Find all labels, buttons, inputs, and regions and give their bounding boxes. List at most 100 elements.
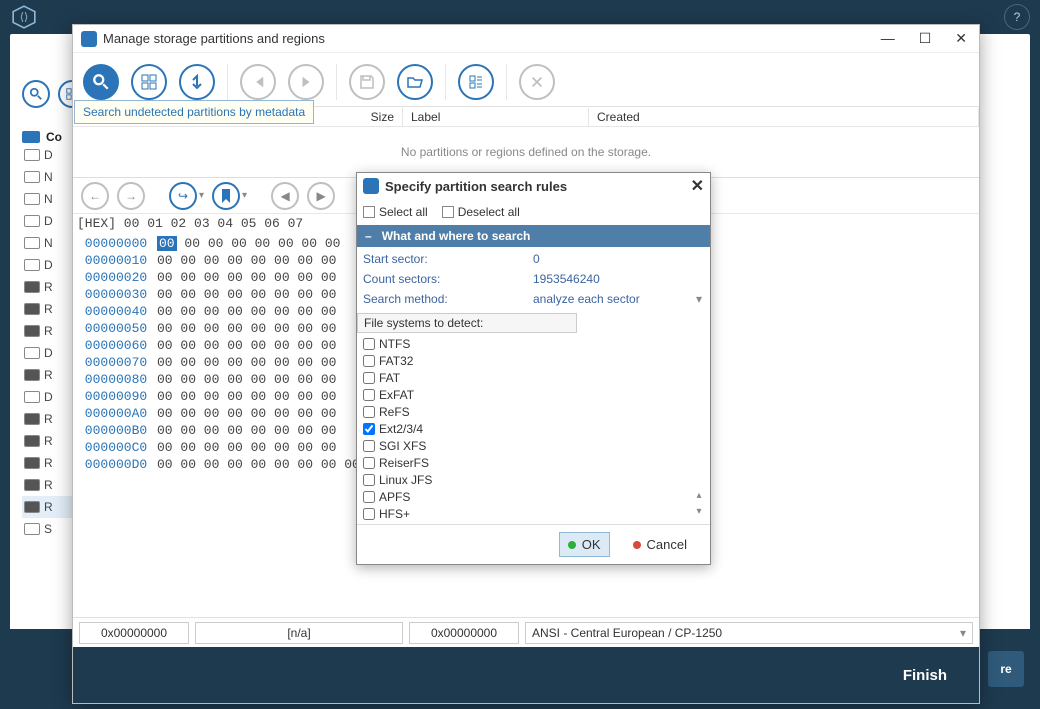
dialog-scrollbar[interactable]: ▴ ▾ xyxy=(692,293,706,520)
start-sector-value[interactable]: 0 xyxy=(529,252,710,266)
close-button[interactable]: ✕ xyxy=(951,28,971,49)
status-offset1[interactable]: 0x00000000 xyxy=(79,622,189,644)
fs-checkbox-item[interactable]: FAT32 xyxy=(363,352,704,369)
sidebar-item[interactable]: N xyxy=(22,166,77,188)
search-rules-dialog: Specify partition search rules ✕ Select … xyxy=(356,172,711,565)
ok-dot-icon xyxy=(568,541,576,549)
sidebar-item[interactable]: D xyxy=(22,254,77,276)
fs-label: ReiserFS xyxy=(379,456,429,470)
fs-checkbox[interactable] xyxy=(363,474,375,486)
outer-help-icon[interactable]: ? xyxy=(1004,4,1030,30)
fs-checkbox[interactable] xyxy=(363,508,375,520)
grid-button[interactable] xyxy=(131,64,167,100)
titlebar: Manage storage partitions and regions — … xyxy=(73,25,979,53)
dialog-title: Specify partition search rules xyxy=(385,179,567,194)
sidebar-item[interactable]: R xyxy=(22,452,77,474)
fs-checkbox-item[interactable]: ExFAT xyxy=(363,386,704,403)
fs-checkbox-item[interactable]: NTFS xyxy=(363,335,704,352)
sidebar-item[interactable]: D xyxy=(22,144,77,166)
next-button[interactable]: ▶ xyxy=(307,182,335,210)
search-metadata-button[interactable] xyxy=(83,64,119,100)
count-sectors-value[interactable]: 1953546240 xyxy=(529,272,710,286)
select-all-button[interactable]: Select all xyxy=(363,205,428,219)
fs-checkbox-item[interactable]: Ext2/3/4 xyxy=(363,420,704,437)
nav-back-button[interactable]: ← xyxy=(81,182,109,210)
sidebar-item[interactable]: R xyxy=(22,364,77,386)
dialog-close-button[interactable] xyxy=(519,64,555,100)
properties-button[interactable] xyxy=(458,64,494,100)
sidebar-item[interactable]: D xyxy=(22,342,77,364)
outer-search-icon[interactable] xyxy=(22,80,50,108)
fs-checkbox[interactable] xyxy=(363,406,375,418)
sidebar-header[interactable]: Co xyxy=(22,130,77,144)
fs-checkbox-item[interactable]: APFS xyxy=(363,488,704,505)
maximize-button[interactable]: ☐ xyxy=(915,28,936,49)
chevron-down-icon[interactable]: ▾ xyxy=(199,190,204,201)
fs-checkbox[interactable] xyxy=(363,355,375,367)
dialog-icon xyxy=(363,178,379,194)
down-arrow-button[interactable] xyxy=(179,64,215,100)
sidebar-item[interactable]: R xyxy=(22,430,77,452)
bookmark-button[interactable] xyxy=(212,182,240,210)
fs-checkbox[interactable] xyxy=(363,389,375,401)
chevron-down-icon[interactable]: ▾ xyxy=(242,190,247,201)
sidebar-item[interactable]: R xyxy=(22,276,77,298)
sidebar-tree: Co DNNDNDRRRDRDRRRRRS xyxy=(22,130,77,540)
play-button[interactable] xyxy=(288,64,324,100)
outer-footer-button[interactable]: re xyxy=(988,651,1024,687)
scroll-up-icon[interactable]: ▴ xyxy=(692,490,706,504)
fs-checkbox-item[interactable]: ReFS xyxy=(363,403,704,420)
fs-checkbox[interactable] xyxy=(363,423,375,435)
sidebar-item[interactable]: D xyxy=(22,386,77,408)
chevron-down-icon[interactable]: ▾ xyxy=(960,626,966,640)
fs-checkbox[interactable] xyxy=(363,338,375,350)
fs-checkbox-item[interactable]: FAT xyxy=(363,369,704,386)
sidebar-item[interactable]: N xyxy=(22,188,77,210)
goto-button[interactable]: ↪ xyxy=(169,182,197,210)
th-created[interactable]: Created xyxy=(589,108,979,126)
minimize-button[interactable]: — xyxy=(877,28,899,49)
prev-button[interactable]: ◀ xyxy=(271,182,299,210)
ok-button[interactable]: OK xyxy=(559,532,610,557)
finish-button[interactable]: Finish xyxy=(903,667,947,684)
sidebar-item[interactable]: R xyxy=(22,298,77,320)
sidebar-item[interactable]: S xyxy=(22,518,77,540)
open-button[interactable] xyxy=(397,64,433,100)
dialog-buttons: OK Cancel xyxy=(357,524,710,564)
dialog-select-row: Select all Deselect all xyxy=(357,199,710,225)
status-offset2[interactable]: 0x00000000 xyxy=(409,622,519,644)
fs-label: ExFAT xyxy=(379,388,414,402)
sidebar-item[interactable]: D xyxy=(22,210,77,232)
start-sector-label: Start sector: xyxy=(357,252,529,266)
fs-checkbox-item[interactable]: SGI XFS xyxy=(363,437,704,454)
skip-back-button[interactable] xyxy=(240,64,276,100)
sidebar-item[interactable]: R xyxy=(22,408,77,430)
cancel-button[interactable]: Cancel xyxy=(624,532,696,557)
fs-label: FAT32 xyxy=(379,354,413,368)
sidebar-item[interactable]: R xyxy=(22,320,77,342)
save-button[interactable] xyxy=(349,64,385,100)
fs-checkbox-item[interactable]: ReiserFS xyxy=(363,454,704,471)
dialog-close-button[interactable]: ✕ xyxy=(691,176,704,196)
status-na[interactable]: [n/a] xyxy=(195,622,403,644)
sidebar-item[interactable]: R xyxy=(22,474,77,496)
status-encoding[interactable]: ANSI - Central European / CP-1250▾ xyxy=(525,622,973,644)
sidebar-item[interactable]: R xyxy=(22,496,77,518)
th-label[interactable]: Label xyxy=(403,108,589,126)
fs-checkbox[interactable] xyxy=(363,372,375,384)
uncheck-all-icon xyxy=(442,206,454,218)
fs-checkbox[interactable] xyxy=(363,440,375,452)
nav-forward-button[interactable]: → xyxy=(117,182,145,210)
fs-checkbox[interactable] xyxy=(363,457,375,469)
fs-checkbox[interactable] xyxy=(363,491,375,503)
scroll-down-icon[interactable]: ▾ xyxy=(692,506,706,520)
search-method-dropdown[interactable]: analyze each sector▾ xyxy=(529,292,710,306)
collapse-icon: – xyxy=(365,229,372,243)
fs-checkbox-item[interactable]: Linux JFS xyxy=(363,471,704,488)
fs-checkbox-item[interactable]: HFS+ xyxy=(363,505,704,522)
fs-label: NTFS xyxy=(379,337,410,351)
deselect-all-button[interactable]: Deselect all xyxy=(442,205,520,219)
check-all-icon xyxy=(363,206,375,218)
section-header[interactable]: – What and where to search xyxy=(357,225,710,247)
sidebar-item[interactable]: N xyxy=(22,232,77,254)
